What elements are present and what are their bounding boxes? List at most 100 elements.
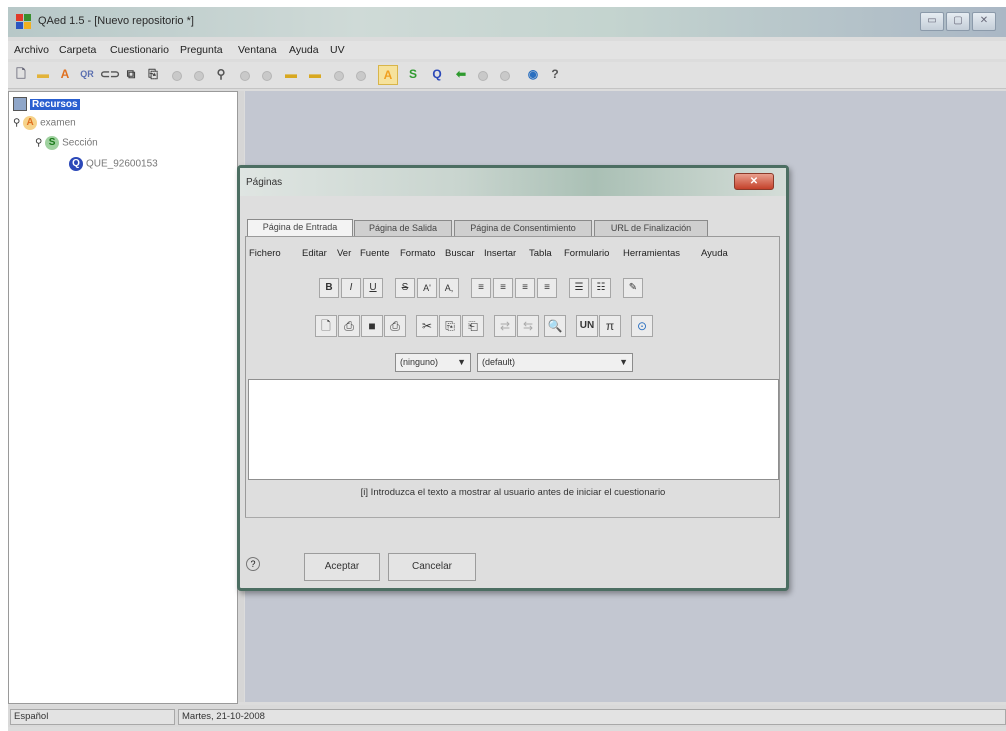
help-icon[interactable]: ? bbox=[246, 557, 260, 571]
align-left-button[interactable]: ≡ bbox=[471, 278, 491, 298]
window-title: QAed 1.5 - [Nuevo repositorio *] bbox=[38, 15, 194, 27]
editor-menu-ver[interactable]: Ver bbox=[337, 248, 351, 259]
editor-menu-formato[interactable]: Formato bbox=[400, 248, 435, 259]
question-bank-icon[interactable]: QR bbox=[78, 65, 96, 83]
paragraph-style-select[interactable]: (ninguno) ▼ bbox=[395, 353, 471, 372]
justify-button[interactable]: ≡ bbox=[537, 278, 557, 298]
open-folder-icon[interactable]: ▬ bbox=[34, 65, 52, 83]
unordered-list-button[interactable]: ☰ bbox=[569, 278, 589, 298]
editor-menu-herramientas[interactable]: Herramientas bbox=[623, 248, 680, 259]
close-button[interactable]: ✕ bbox=[972, 12, 996, 31]
menu-ventana[interactable]: Ventana bbox=[238, 44, 277, 56]
hint-text: [i] Introduzca el texto a mostrar al usu… bbox=[360, 487, 666, 498]
repository-tree: Recursos ⚲ Aexamen ⚲ S Sección Q QUE_92600… bbox=[8, 91, 238, 704]
new-exam-icon[interactable]: A bbox=[56, 65, 74, 83]
disabled-tool-icon bbox=[262, 71, 272, 81]
refresh-icon[interactable]: ◉ bbox=[524, 65, 542, 83]
accept-button[interactable]: Aceptar bbox=[304, 553, 380, 581]
print-icon[interactable]: ⎙ bbox=[338, 315, 360, 337]
editor-menu-editar[interactable]: Editar bbox=[302, 248, 327, 259]
tree-root[interactable]: Recursos bbox=[13, 97, 80, 111]
add-question-button[interactable]: Q bbox=[428, 65, 446, 83]
disabled-tool-icon bbox=[500, 71, 510, 81]
editor-menu-fuente[interactable]: Fuente bbox=[360, 248, 390, 259]
copy-icon[interactable]: ⧉ bbox=[122, 65, 140, 83]
cancel-button[interactable]: Cancelar bbox=[388, 553, 476, 581]
ordered-list-button[interactable]: ☷ bbox=[591, 278, 611, 298]
expand-pin-icon: ⚲ bbox=[35, 137, 43, 149]
refresh-icon[interactable]: ⊙ bbox=[631, 315, 653, 337]
tree-item-label: examen bbox=[40, 117, 76, 129]
status-date: Martes, 21-10-2008 bbox=[178, 709, 1006, 725]
print-preview-icon[interactable]: ⎙ bbox=[384, 315, 406, 337]
dialog-title-bar[interactable]: Páginas ✕ bbox=[240, 168, 786, 196]
superscript-button[interactable]: A' bbox=[417, 278, 437, 298]
dialog-close-button[interactable]: ✕ bbox=[734, 173, 774, 190]
new-document-icon[interactable]: 🗋 bbox=[315, 315, 337, 337]
editor-menu-tabla[interactable]: Tabla bbox=[529, 248, 552, 259]
question-icon: Q bbox=[69, 157, 83, 171]
tab-consent-page[interactable]: Página de Consentimiento bbox=[454, 220, 592, 237]
add-exam-button[interactable]: A bbox=[378, 65, 398, 85]
editor-menu-ayuda[interactable]: Ayuda bbox=[701, 248, 728, 259]
search-icon[interactable]: 🔍 bbox=[544, 315, 566, 337]
subscript-button[interactable]: A, bbox=[439, 278, 459, 298]
dialog-title: Páginas bbox=[246, 177, 283, 188]
menu-uv[interactable]: UV bbox=[330, 44, 345, 56]
app-logo-icon bbox=[16, 14, 31, 29]
status-bar: Español Martes, 21-10-2008 bbox=[8, 705, 1006, 727]
editor-menu-buscar[interactable]: Buscar bbox=[445, 248, 475, 259]
bold-button[interactable]: B bbox=[319, 278, 339, 298]
tree-root-label: Recursos bbox=[30, 98, 80, 110]
undo-icon[interactable]: ⇄ bbox=[494, 315, 516, 337]
save-icon[interactable]: ■ bbox=[361, 315, 383, 337]
link-icon[interactable]: ⊂⊃ bbox=[100, 65, 120, 83]
math-pi-icon[interactable]: π bbox=[599, 315, 621, 337]
new-repository-icon[interactable]: 🗋 bbox=[12, 65, 30, 83]
editor-menu-insertar[interactable]: Insertar bbox=[484, 248, 516, 259]
import-icon[interactable]: ▬ bbox=[282, 65, 300, 83]
align-right-button[interactable]: ≡ bbox=[515, 278, 535, 298]
editor-menu-formulario[interactable]: Formulario bbox=[564, 248, 609, 259]
export-icon[interactable]: ▬ bbox=[306, 65, 324, 83]
tree-item-exam[interactable]: ⚲ Aexamen bbox=[13, 116, 76, 130]
tab-exit-page[interactable]: Página de Salida bbox=[354, 220, 452, 237]
underline-button[interactable]: U bbox=[363, 278, 383, 298]
repository-icon bbox=[13, 97, 27, 111]
add-section-button[interactable]: S bbox=[404, 65, 422, 83]
font-family-value: (default) bbox=[482, 357, 516, 367]
back-arrow-icon[interactable]: ⬅ bbox=[452, 65, 470, 83]
menu-archivo[interactable]: Archivo bbox=[14, 44, 49, 56]
maximize-button[interactable]: ▢ bbox=[946, 12, 970, 31]
tab-finish-url[interactable]: URL de Finalización bbox=[594, 220, 708, 237]
help-icon[interactable]: ? bbox=[546, 65, 564, 83]
divider bbox=[245, 517, 778, 518]
chevron-down-icon: ▼ bbox=[457, 357, 466, 367]
expand-pin-icon: ⚲ bbox=[13, 117, 21, 129]
title-bar[interactable]: QAed 1.5 - [Nuevo repositorio *] ▭ ▢ ✕ bbox=[8, 7, 1006, 37]
tree-item-question[interactable]: Q QUE_92600153 bbox=[69, 157, 158, 171]
paste-icon[interactable]: ⎗ bbox=[462, 315, 484, 337]
paragraph-style-value: (ninguno) bbox=[400, 357, 439, 367]
align-center-button[interactable]: ≡ bbox=[493, 278, 513, 298]
menu-ayuda[interactable]: Ayuda bbox=[289, 44, 319, 56]
paste-icon[interactable]: ⎘ bbox=[144, 65, 162, 83]
minimize-button[interactable]: ▭ bbox=[920, 12, 944, 31]
editor-menu-fichero[interactable]: Fichero bbox=[249, 248, 281, 259]
tree-item-section[interactable]: ⚲ S Sección bbox=[35, 136, 98, 150]
status-language: Español bbox=[10, 709, 175, 725]
copy-icon[interactable]: ⎘ bbox=[439, 315, 461, 337]
unicode-icon[interactable]: UN bbox=[576, 315, 598, 337]
search-icon[interactable]: ⚲ bbox=[212, 65, 230, 83]
cut-icon[interactable]: ✂ bbox=[416, 315, 438, 337]
menu-carpeta[interactable]: Carpeta bbox=[59, 44, 96, 56]
tree-item-label: Sección bbox=[62, 137, 98, 149]
strikethrough-button[interactable]: S bbox=[395, 278, 415, 298]
html-editor-area[interactable] bbox=[248, 379, 779, 480]
menu-cuestionario[interactable]: Cuestionario bbox=[110, 44, 169, 56]
edit-pencil-button[interactable]: ✎ bbox=[623, 278, 643, 298]
italic-button[interactable]: I bbox=[341, 278, 361, 298]
font-family-select[interactable]: (default) ▼ bbox=[477, 353, 633, 372]
menu-pregunta[interactable]: Pregunta bbox=[180, 44, 223, 56]
redo-icon[interactable]: ⇆ bbox=[517, 315, 539, 337]
